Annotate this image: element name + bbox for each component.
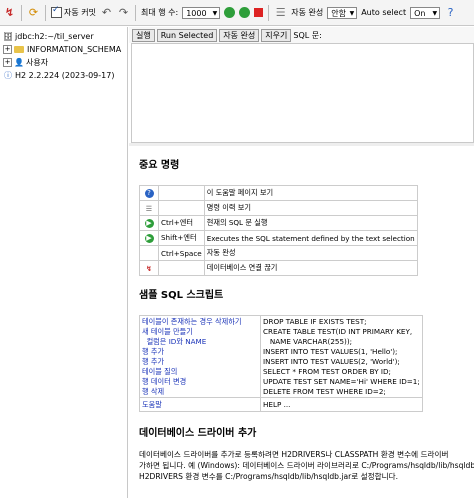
tree-item-information-schema[interactable]: + INFORMATION_SCHEMA <box>3 43 127 56</box>
database-icon: 🗄 <box>3 32 14 41</box>
history-icon[interactable]: ☰ <box>274 6 287 19</box>
stop-icon[interactable] <box>254 8 264 17</box>
auto-select-select[interactable]: On <box>410 6 441 20</box>
separator <box>21 4 22 21</box>
sample-link[interactable]: 행 삭제 <box>142 387 258 397</box>
sample-link[interactable]: 행 데이터 변경 <box>142 377 258 387</box>
table-row: ☰ 명령 이력 보기 <box>139 200 418 216</box>
sample-link[interactable]: 새 테이블 만들기 <box>142 327 258 337</box>
max-rows-label: 최대 행 수: <box>140 8 179 17</box>
help-code: HELP ... <box>263 399 291 409</box>
table-row: ? 이 도움말 페이지 보기 <box>139 185 418 201</box>
history-icon[interactable]: ☰ <box>146 204 152 213</box>
important-commands-title: 중요 명령 <box>139 160 180 171</box>
tree-item-users[interactable]: + 👤 사용자 <box>3 56 127 69</box>
run-selected-button[interactable]: Run Selected <box>156 28 218 42</box>
help-icon[interactable]: ? <box>444 6 457 19</box>
folder-icon <box>14 46 24 53</box>
run-icon[interactable]: ▶ <box>144 219 154 228</box>
auto-commit-checkbox[interactable]: 자동 커밋 <box>51 5 96 18</box>
expand-icon[interactable]: + <box>3 58 12 67</box>
sample-sql-title: 샘플 SQL 스크립트 <box>139 290 224 301</box>
sample-code-line: INSERT INTO TEST VALUES(1, 'Hello'); <box>263 347 398 356</box>
help-link[interactable]: 도움말 <box>142 400 162 409</box>
driver-description: 데이터베이스 드라이버를 추가로 등록하려면 H2DRIVERS나 CLASSP… <box>139 450 474 481</box>
rollback-icon[interactable]: ↶ <box>100 6 113 19</box>
sample-link[interactable]: 컬럼은 ID와 NAME <box>142 337 258 347</box>
sample-code-line: UPDATE TEST SET NAME='Hi' WHERE ID=1; <box>263 377 420 386</box>
run-selected-icon[interactable]: ▶ <box>144 234 154 243</box>
table-row: ▶ Shift+엔터 Executes the SQL statement de… <box>139 230 418 246</box>
auto-complete-label: 자동 완성 <box>291 8 324 17</box>
disconnect-icon[interactable]: ↯ <box>146 264 152 273</box>
sql-statement-label: SQL 문: <box>293 30 322 40</box>
sample-link[interactable]: 테이블이 존재하는 경우 삭제하기 <box>142 317 258 327</box>
clear-button[interactable]: 지우기 <box>261 28 292 42</box>
run-icon[interactable] <box>224 7 236 18</box>
tree-connection[interactable]: 🗄 jdbc:h2:~/til_server <box>3 30 127 43</box>
sample-link[interactable]: 행 추가 <box>142 357 258 367</box>
sql-editor[interactable] <box>131 43 474 143</box>
sample-sql-table: 테이블이 존재하는 경우 삭제하기 새 테이블 만들기 컬럼은 ID와 NAME… <box>139 315 423 412</box>
refresh-icon[interactable]: ⟳ <box>27 6 40 19</box>
table-row: 도움말 HELP ... <box>139 397 423 412</box>
disconnect-icon[interactable]: ↯ <box>3 6 16 19</box>
table-row: ↯ 데이터베이스 연결 끊기 <box>139 260 418 276</box>
sample-code-line: NAME VARCHAR(255)); <box>263 337 353 346</box>
sample-link[interactable]: 행 추가 <box>142 347 258 357</box>
table-row: ▶ Ctrl+엔터 현재의 SQL 문 실행 <box>139 215 418 231</box>
toolbar: ↯ ⟳ 자동 커밋 ↶ ↷ 최대 행 수: 1000 ☰ 자동 완성 안함 Au… <box>0 0 474 26</box>
sample-code-line: DROP TABLE IF EXISTS TEST; <box>263 317 367 326</box>
important-commands-table: ? 이 도움말 페이지 보기 ☰ 명령 이력 보기 ▶ Ctrl+엔터 현재의 … <box>139 185 418 276</box>
tree-version: ⓘ H2 2.2.224 (2023-09-17) <box>4 71 115 80</box>
table-row: Ctrl+Space 자동 완성 <box>139 245 418 261</box>
auto-complete-button[interactable]: 자동 완성 <box>219 28 260 42</box>
run-button[interactable]: 실행 <box>132 28 155 42</box>
auto-complete-select[interactable]: 안함 <box>327 6 358 20</box>
info-icon: ⓘ <box>4 71 12 80</box>
expand-icon[interactable]: + <box>3 45 12 54</box>
sample-link[interactable]: 테이블 질의 <box>142 367 258 377</box>
run-selected-icon[interactable] <box>239 7 251 18</box>
auto-select-label: Auto select <box>361 8 407 17</box>
separator <box>268 4 270 21</box>
results-panel: 중요 명령 ? 이 도움말 페이지 보기 ☰ 명령 이력 보기 ▶ Ctrl+엔… <box>131 146 474 498</box>
max-rows-select[interactable]: 1000 <box>182 6 221 20</box>
sample-code-line: CREATE TABLE TEST(ID INT PRIMARY KEY, <box>263 327 413 336</box>
help-icon[interactable]: ? <box>144 189 154 198</box>
sample-code-line: INSERT INTO TEST VALUES(2, 'World'); <box>263 357 400 366</box>
commit-icon[interactable]: ↷ <box>117 6 130 19</box>
sample-code-line: DELETE FROM TEST WHERE ID=2; <box>263 387 386 396</box>
schema-tree: 🗄 jdbc:h2:~/til_server + INFORMATION_SCHEM… <box>0 27 128 498</box>
separator <box>134 4 136 21</box>
driver-title: 데이터베이스 드라이버 추가 <box>139 428 257 439</box>
command-bar: 실행 Run Selected 자동 완성 지우기 SQL 문: <box>129 27 474 43</box>
separator <box>45 4 46 21</box>
sample-code-line: SELECT * FROM TEST ORDER BY ID; <box>263 367 391 376</box>
users-icon: 👤 <box>14 58 24 67</box>
table-row: 테이블이 존재하는 경우 삭제하기 새 테이블 만들기 컬럼은 ID와 NAME… <box>139 315 423 398</box>
